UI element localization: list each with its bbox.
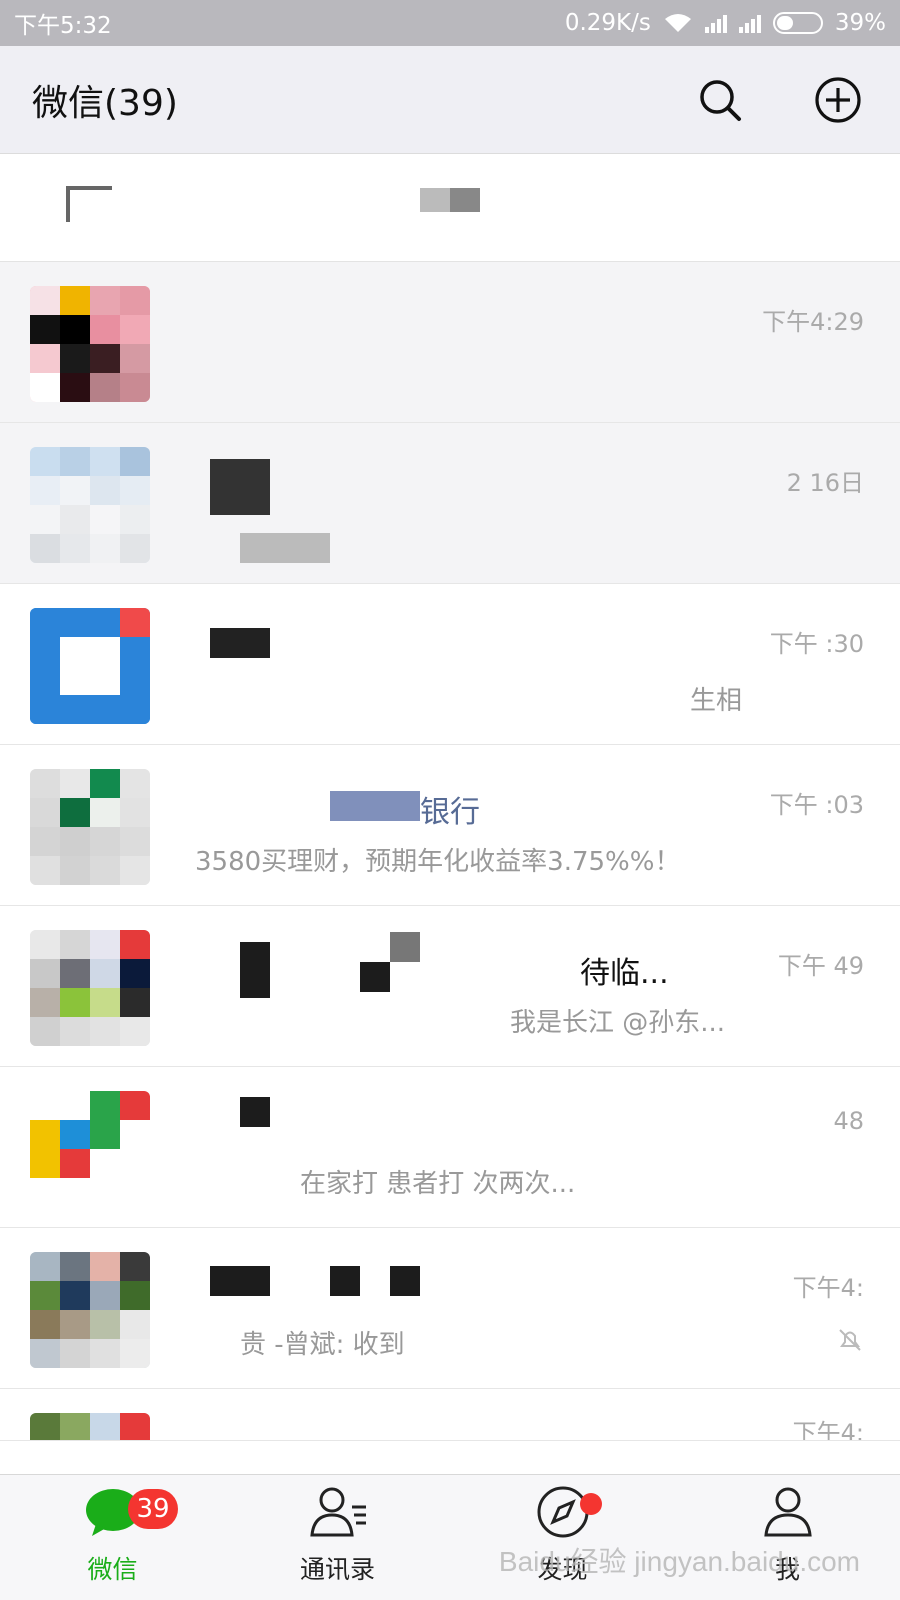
photo-group-avatar-2 bbox=[30, 1413, 150, 1440]
chat-name: 待临... bbox=[580, 956, 669, 991]
hat-avatar bbox=[30, 286, 150, 402]
wifi-icon bbox=[664, 14, 691, 32]
chat-item[interactable]: 在家打 患者打 次两次... 48 bbox=[0, 1067, 900, 1228]
redacted-block bbox=[390, 932, 420, 962]
tab-label: 通讯录 bbox=[299, 1555, 375, 1584]
redacted-block bbox=[420, 188, 450, 212]
chat-preview: 我是长江 @孙东... bbox=[510, 1008, 726, 1038]
chat-preview: 3580买理财，预期年化收益率3.75%%！ bbox=[195, 847, 681, 877]
tab-contacts[interactable]: 通讯录 bbox=[225, 1475, 450, 1600]
chat-time: 下午 :30 bbox=[769, 630, 864, 658]
plus-circle-icon bbox=[815, 76, 861, 123]
page-title: 微信(39) bbox=[32, 82, 178, 124]
search-icon bbox=[700, 79, 741, 121]
chat-list: 下午4:29 2 16日 生相 下午 :30 银行 3580买理财，预期年化收益… bbox=[0, 262, 900, 1441]
chat-item[interactable]: 下午4:29 bbox=[0, 262, 900, 423]
chat-time: 下午4: bbox=[792, 1419, 864, 1441]
green-app-avatar bbox=[30, 1091, 150, 1207]
cell-signal-icon bbox=[704, 13, 727, 33]
chat-time: 下午4: bbox=[792, 1274, 864, 1302]
redacted-block bbox=[210, 628, 270, 658]
photo-group-avatar bbox=[30, 1252, 150, 1368]
battery-icon bbox=[772, 12, 823, 34]
chat-preview: 贵 -曾斌: 收到 bbox=[240, 1330, 405, 1360]
redacted-block bbox=[390, 1266, 420, 1296]
chat-time: 下午 :03 bbox=[769, 791, 864, 819]
redacted-block bbox=[210, 1266, 270, 1296]
chat-time: 2 16日 bbox=[786, 469, 864, 497]
bottom-tab-bar: 微信 39 通讯录 发现 我 Baidu经验 jingyan.baidu.com bbox=[0, 1474, 900, 1600]
mute-bell-icon bbox=[839, 1329, 861, 1351]
chat-item[interactable]: 贵 -曾斌: 收到 下午4: bbox=[0, 1228, 900, 1389]
network-speed: 0.29K/s bbox=[564, 10, 651, 36]
group-avatar bbox=[30, 930, 150, 1046]
app-header: 微信(39) bbox=[0, 46, 900, 154]
redacted-block bbox=[240, 533, 330, 563]
redacted-block bbox=[240, 942, 270, 998]
chat-item[interactable]: 待临... 我是长江 @孙东... 下午 49 bbox=[0, 906, 900, 1067]
status-time: 下午5:32 bbox=[14, 13, 112, 39]
redacted-block bbox=[66, 186, 70, 222]
blue-app-avatar bbox=[30, 608, 150, 724]
chat-name: 银行 bbox=[420, 795, 480, 830]
chat-preview: 生相 bbox=[690, 686, 743, 716]
contacts-icon bbox=[308, 1482, 368, 1542]
cell-signal-icon-2 bbox=[738, 13, 761, 33]
add-button[interactable] bbox=[808, 70, 868, 130]
redacted-block bbox=[360, 962, 390, 992]
chat-item[interactable]: 2 16日 bbox=[0, 423, 900, 584]
battery-percent: 39% bbox=[834, 10, 886, 36]
chat-time: 下午4:29 bbox=[762, 308, 864, 336]
search-button[interactable] bbox=[690, 70, 750, 130]
redacted-block bbox=[240, 1097, 270, 1127]
tab-me[interactable]: 我 bbox=[675, 1475, 900, 1600]
sky-avatar bbox=[30, 447, 150, 563]
status-indicators: 0.29K/s 39% bbox=[565, 10, 886, 36]
redacted-block bbox=[330, 791, 420, 821]
notice-banner[interactable] bbox=[0, 154, 900, 262]
redacted-block bbox=[210, 459, 270, 515]
redacted-block bbox=[450, 188, 480, 212]
status-bar: 下午5:32 0.29K/s 39% bbox=[0, 0, 900, 46]
chat-time: 48 bbox=[833, 1107, 864, 1135]
chat-item[interactable]: 银行 3580买理财，预期年化收益率3.75%%！ 下午 :03 bbox=[0, 745, 900, 906]
redacted-block bbox=[330, 1266, 360, 1296]
new-dot-badge bbox=[580, 1493, 602, 1515]
watermark: Baidu经验 jingyan.baidu.com bbox=[498, 1546, 860, 1577]
chat-item[interactable]: 生相 下午 :30 bbox=[0, 584, 900, 745]
person-icon bbox=[758, 1482, 818, 1542]
unread-badge: 39 bbox=[128, 1489, 178, 1529]
chat-time: 下午 49 bbox=[777, 952, 864, 980]
redacted-block bbox=[66, 186, 112, 190]
tab-discover[interactable]: 发现 bbox=[450, 1475, 675, 1600]
chat-item[interactable]: 下午4: bbox=[0, 1389, 900, 1441]
chat-preview: 在家打 患者打 次两次... bbox=[300, 1169, 576, 1199]
tab-label: 微信 bbox=[87, 1555, 138, 1584]
tab-chats[interactable]: 微信 39 bbox=[0, 1475, 225, 1600]
bank-avatar bbox=[30, 769, 150, 885]
